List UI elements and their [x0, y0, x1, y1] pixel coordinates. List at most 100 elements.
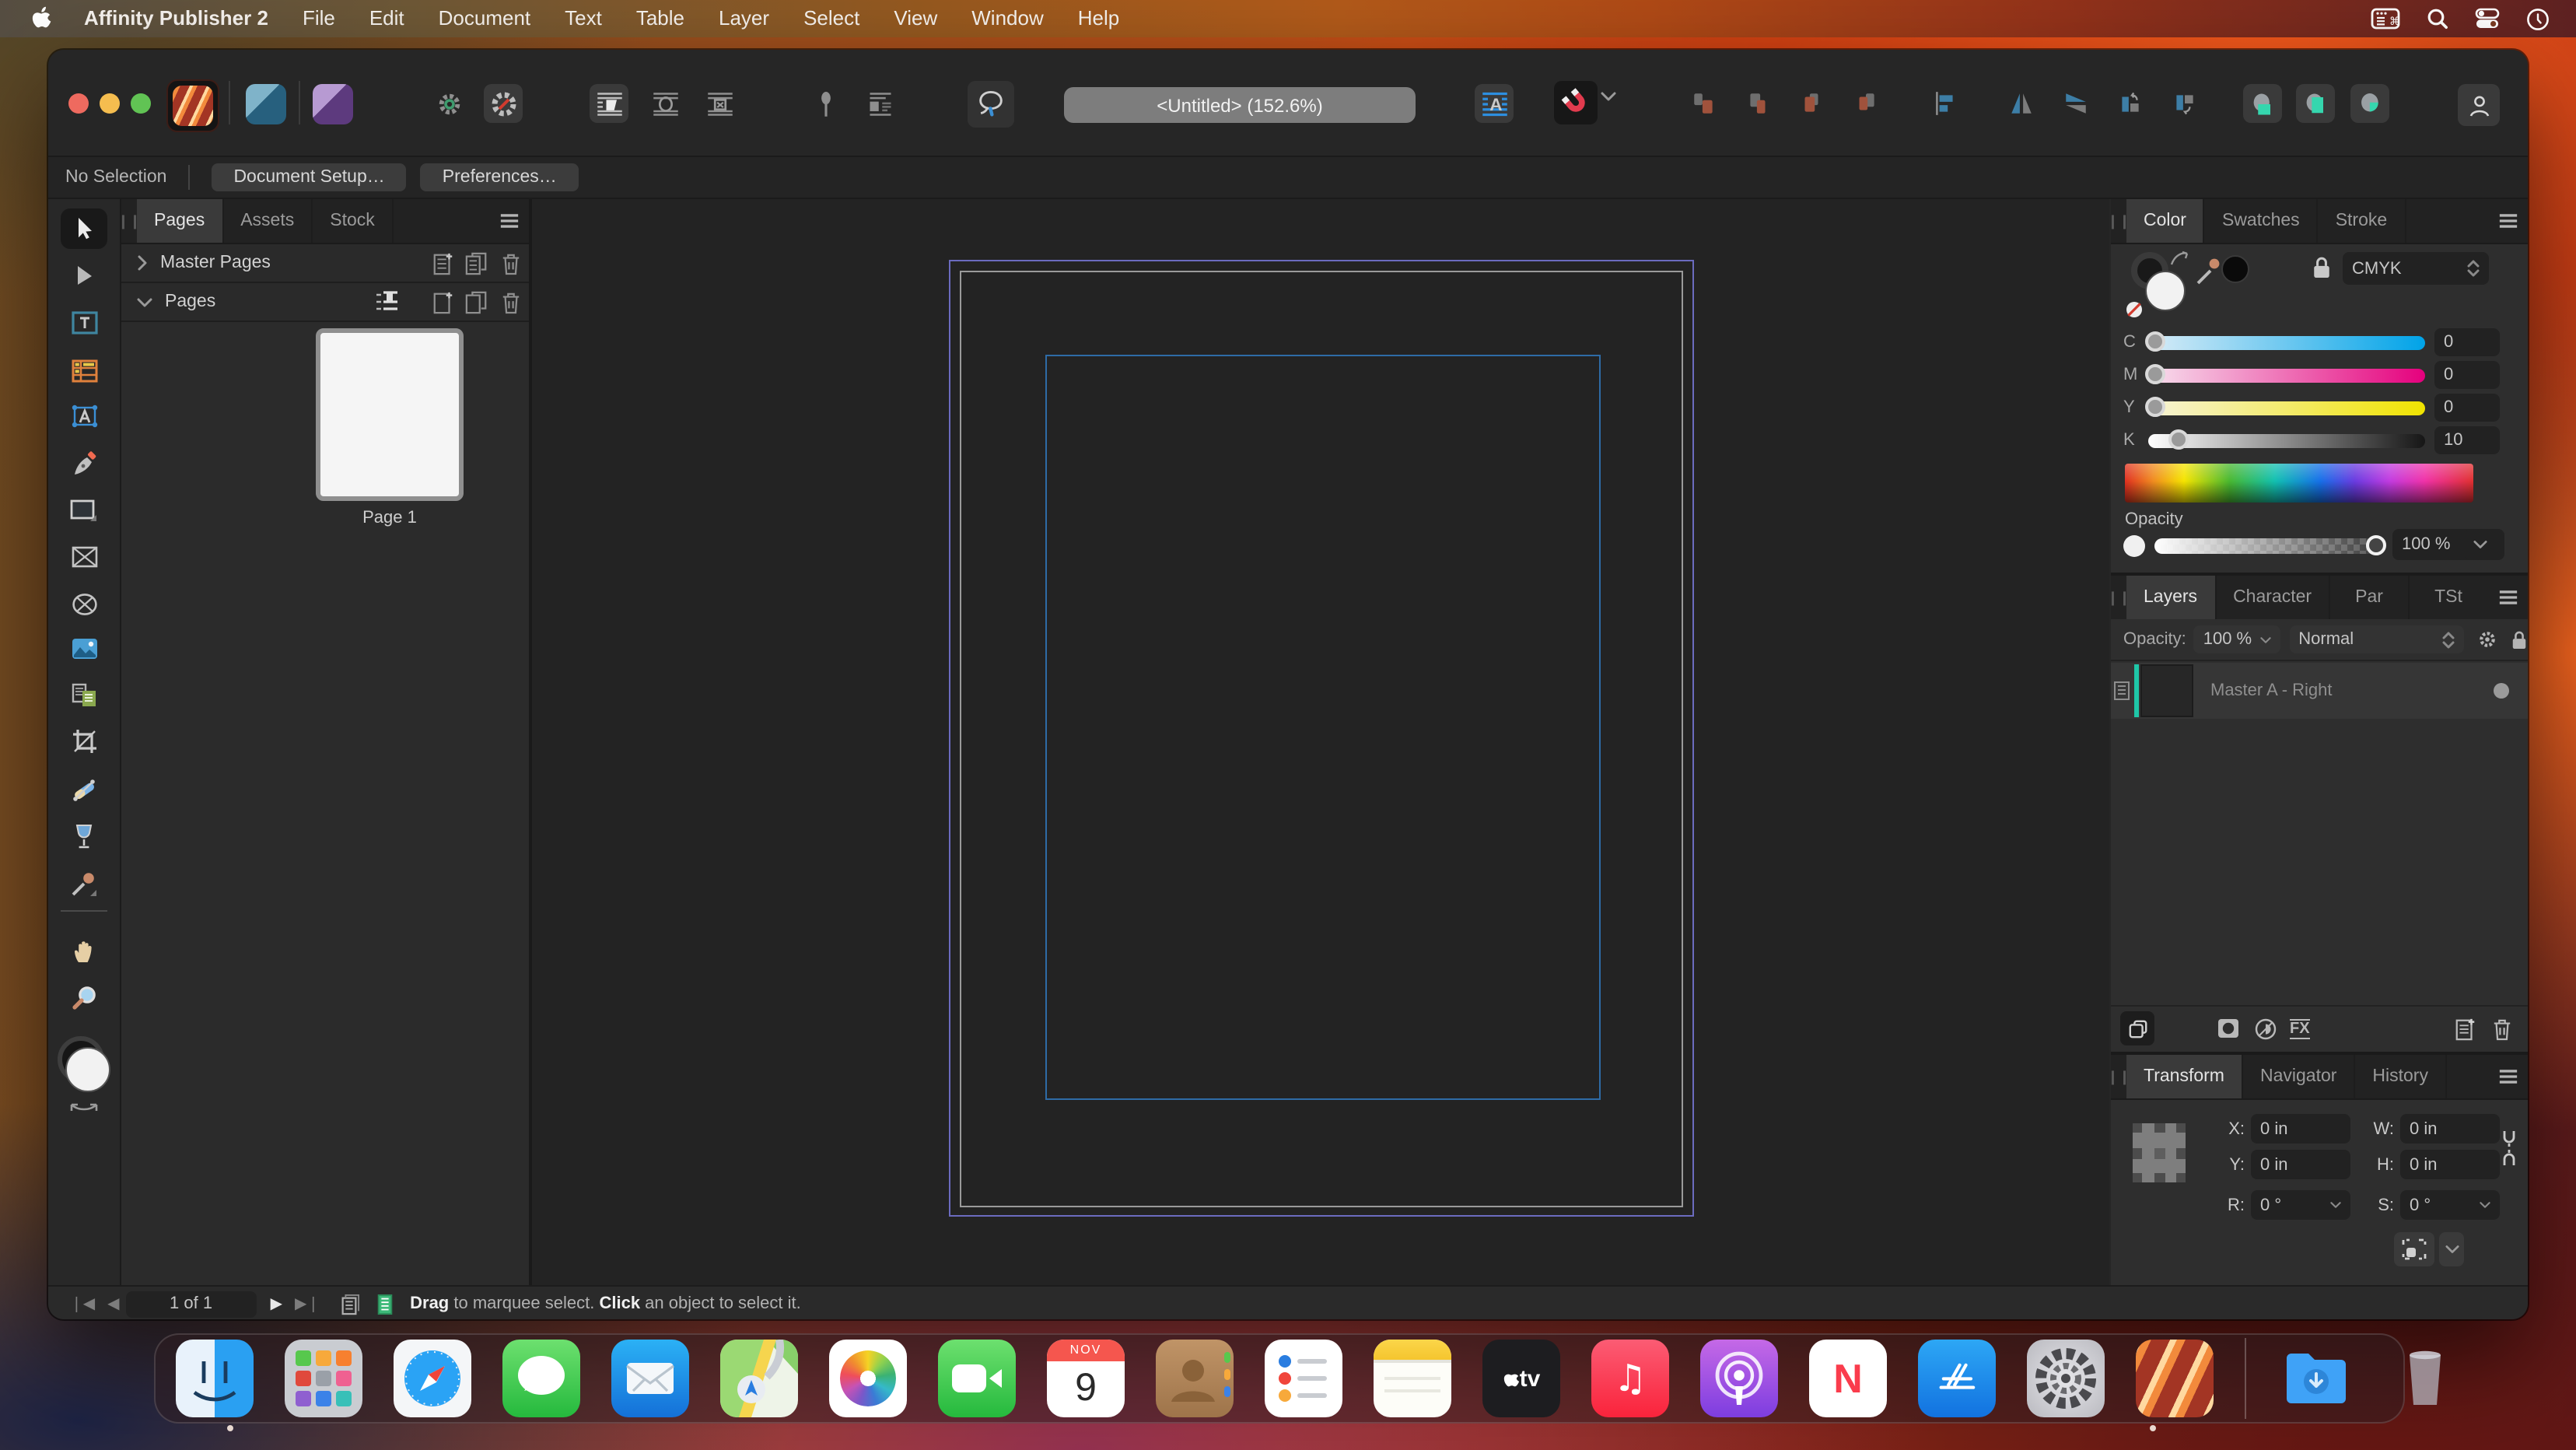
dock-safari[interactable]	[394, 1340, 471, 1417]
fill-color-well[interactable]	[2145, 271, 2186, 311]
tab-navigator[interactable]: Navigator	[2243, 1055, 2355, 1098]
no-color-swatch[interactable]	[2125, 300, 2144, 319]
swap-colors-icon[interactable]	[67, 1100, 101, 1116]
first-page-icon[interactable]: ❘◀	[70, 1295, 95, 1312]
opacity-swatch[interactable]	[2123, 535, 2145, 557]
menu-app-name[interactable]: Affinity Publisher 2	[67, 0, 285, 37]
dock-facetime[interactable]	[938, 1340, 1016, 1417]
page-thumbnail[interactable]	[316, 328, 464, 501]
apple-menu-icon[interactable]	[0, 6, 67, 31]
tab-stock[interactable]: Stock	[313, 199, 394, 243]
layer-name[interactable]: Master A - Right	[2210, 681, 2333, 700]
delete-layer-icon[interactable]	[2492, 1017, 2512, 1040]
pen-tool[interactable]	[61, 443, 107, 484]
snapping-dropdown-chevron[interactable]	[1601, 90, 1616, 103]
layer-settings-gear-icon[interactable]	[2476, 629, 2498, 650]
dock-contacts[interactable]	[1156, 1340, 1234, 1417]
zoom-tool[interactable]	[61, 977, 107, 1017]
edit-all-layers-icon[interactable]	[2120, 1011, 2154, 1045]
duplicate-page-icon[interactable]	[465, 290, 488, 313]
rotate-ccw-icon[interactable]	[2111, 84, 2150, 123]
w-field[interactable]: 0 in	[2400, 1114, 2500, 1144]
h-field[interactable]: 0 in	[2400, 1150, 2500, 1179]
dock-mail[interactable]	[611, 1340, 689, 1417]
close-button[interactable]	[68, 93, 89, 114]
insertion-pin-icon[interactable]	[806, 84, 845, 123]
picture-frame-rectangle-tool[interactable]	[61, 537, 107, 577]
transform-origin-box-icon[interactable]	[2394, 1232, 2434, 1266]
tab-character[interactable]: Character	[2216, 576, 2330, 619]
dock-app-store[interactable]	[1918, 1340, 1996, 1417]
dock-reminders[interactable]	[1265, 1340, 1342, 1417]
photo-persona-button[interactable]	[313, 84, 353, 124]
dock-photos[interactable]	[829, 1340, 907, 1417]
layer-row[interactable]: Master A - Right	[2111, 663, 2528, 719]
tab-history[interactable]: History	[2355, 1055, 2447, 1098]
move-backward-icon[interactable]	[1792, 84, 1831, 123]
document-title[interactable]: <Untitled> (152.6%)	[1064, 87, 1416, 123]
data-merge-tool[interactable]	[61, 675, 107, 716]
dock-music[interactable]: ♫	[1591, 1340, 1669, 1417]
zoom-button[interactable]	[131, 93, 151, 114]
preflight-gear-ok-icon[interactable]	[429, 84, 468, 123]
fill-gradient-tool[interactable]	[61, 770, 107, 811]
dock-podcasts[interactable]	[1700, 1340, 1778, 1417]
vector-crop-tool[interactable]	[61, 720, 107, 761]
control-center-icon[interactable]	[2475, 8, 2500, 30]
cyan-slider[interactable]	[2148, 335, 2425, 349]
tab-pages[interactable]: Pages	[137, 199, 223, 243]
picture-frame-ellipse-tool[interactable]	[61, 583, 107, 624]
r-field[interactable]: 0 °	[2251, 1190, 2350, 1220]
menu-file[interactable]: File	[285, 0, 352, 37]
tab-layers[interactable]: Layers	[2126, 576, 2216, 619]
tab-transform[interactable]: Transform	[2126, 1055, 2243, 1098]
node-tool[interactable]	[61, 255, 107, 296]
layer-effects-fx-icon[interactable]: FX	[2290, 1018, 2310, 1038]
clock-icon[interactable]	[2526, 7, 2550, 30]
link-dimensions-icon[interactable]	[2501, 1130, 2517, 1167]
pages-section-header[interactable]: Pages	[121, 283, 529, 322]
preflight-gear-alert-icon[interactable]	[484, 84, 523, 123]
preflight-status-icon[interactable]	[374, 1292, 394, 1315]
dock-news[interactable]: N	[1809, 1340, 1887, 1417]
boolean-intersect-icon[interactable]	[2350, 84, 2389, 123]
alignment-icon[interactable]	[1926, 84, 1965, 123]
swap-fill-stroke-icon[interactable]	[2168, 249, 2192, 269]
tab-swatches[interactable]: Swatches	[2205, 199, 2319, 243]
move-tool[interactable]	[61, 208, 107, 249]
dock-finder[interactable]	[176, 1340, 254, 1417]
color-picker-tool[interactable]	[61, 863, 107, 904]
adjustment-layer-icon[interactable]	[2254, 1017, 2277, 1040]
tab-stroke[interactable]: Stroke	[2319, 199, 2406, 243]
color-selector[interactable]	[54, 1036, 114, 1095]
text-wrap-frame-icon[interactable]	[700, 84, 739, 123]
black-slider[interactable]	[2148, 433, 2425, 447]
publisher-persona-button[interactable]	[166, 79, 219, 132]
dock-messages[interactable]	[502, 1340, 580, 1417]
rotate-cw-icon[interactable]	[2165, 84, 2204, 123]
dock-system-settings[interactable]	[2027, 1340, 2105, 1417]
layer-thumbnail[interactable]	[2140, 664, 2193, 717]
pages-view-icon[interactable]	[338, 1292, 359, 1315]
view-hand-tool[interactable]	[61, 930, 107, 971]
lock-icon[interactable]	[2312, 255, 2332, 280]
dock-tv[interactable]: tv	[1482, 1340, 1560, 1417]
page-indicator[interactable]: 1 of 1	[126, 1291, 257, 1317]
previous-page-icon[interactable]: ◀	[107, 1295, 119, 1312]
menu-edit[interactable]: Edit	[352, 0, 422, 37]
menu-window[interactable]: Window	[954, 0, 1061, 37]
pages-panel-menu-icon[interactable]	[488, 199, 529, 243]
transparency-tool[interactable]	[61, 815, 107, 856]
tab-paragraph[interactable]: Par	[2330, 576, 2410, 619]
dock-maps[interactable]	[720, 1340, 798, 1417]
flip-horizontal-icon[interactable]	[2002, 84, 2041, 123]
magenta-slider[interactable]	[2148, 368, 2425, 382]
flip-vertical-icon[interactable]	[2056, 84, 2095, 123]
last-page-icon[interactable]: ▶❘	[295, 1295, 320, 1312]
menu-layer[interactable]: Layer	[702, 0, 786, 37]
dock-trash[interactable]	[2386, 1340, 2464, 1417]
s-field[interactable]: 0 °	[2400, 1190, 2500, 1220]
account-icon[interactable]	[2458, 84, 2500, 126]
menu-help[interactable]: Help	[1061, 0, 1137, 37]
anchor-point-selector[interactable]	[2133, 1123, 2186, 1182]
